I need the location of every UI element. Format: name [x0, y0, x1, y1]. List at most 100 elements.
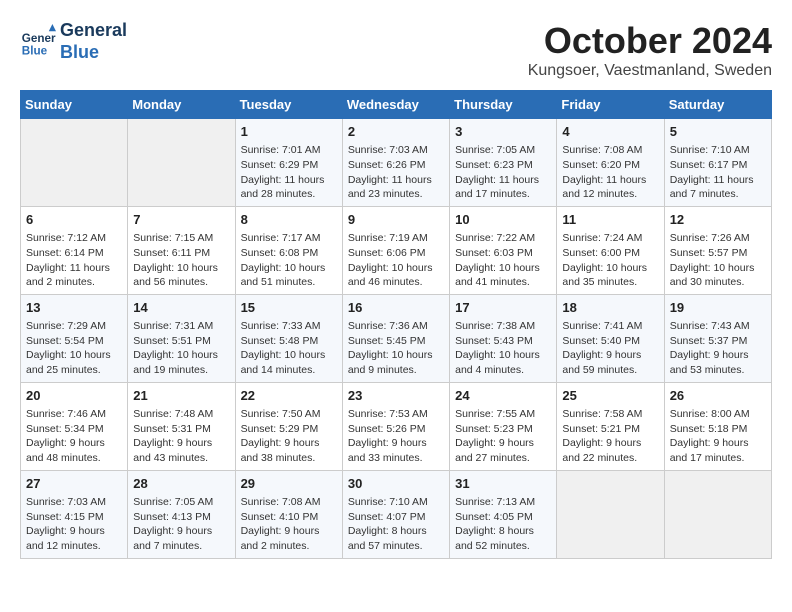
day-detail: Sunrise: 7:03 AMSunset: 4:15 PMDaylight:… [26, 495, 122, 554]
day-number: 1 [241, 123, 337, 141]
day-detail: Sunrise: 7:29 AMSunset: 5:54 PMDaylight:… [26, 319, 122, 378]
calendar-cell: 24 Sunrise: 7:55 AMSunset: 5:23 PMDayligh… [450, 382, 557, 470]
calendar-cell: 7Sunrise: 7:15 AMSunset: 6:11 PMDaylight… [128, 206, 235, 294]
header-thursday: Thursday [450, 91, 557, 119]
calendar-cell: 14Sunrise: 7:31 AMSunset: 5:51 PMDayligh… [128, 294, 235, 382]
calendar-cell [21, 119, 128, 207]
calendar-cell: 18 Sunrise: 7:41 AMSunset: 5:40 PMDayligh… [557, 294, 664, 382]
day-detail: Sunrise: 7:38 AMSunset: 5:43 PMDaylight:… [455, 319, 551, 378]
calendar-cell: 11Sunrise: 7:24 AMSunset: 6:00 PMDayligh… [557, 206, 664, 294]
day-number: 19 [670, 299, 766, 317]
day-number: 11 [562, 211, 658, 229]
day-detail: Sunrise: 7:19 AMSunset: 6:06 PMDaylight:… [348, 231, 444, 290]
day-detail: Sunrise: 7:10 AMSunset: 6:17 PMDaylight:… [670, 143, 766, 202]
day-detail: Sunrise: 7:53 AMSunset: 5:26 PMDaylight:… [348, 407, 444, 466]
calendar-header: SundayMondayTuesdayWednesdayThursdayFrid… [21, 91, 772, 119]
calendar-week-1: 1 Sunrise: 7:01 AMSunset: 6:29 PMDaylight… [21, 119, 772, 207]
calendar-cell: 8 Sunrise: 7:17 AMSunset: 6:08 PMDaylight… [235, 206, 342, 294]
calendar-cell: 5 Sunrise: 7:10 AMSunset: 6:17 PMDaylight… [664, 119, 771, 207]
day-detail: Sunrise: 7:05 AMSunset: 4:13 PMDaylight:… [133, 495, 229, 554]
svg-text:Blue: Blue [22, 44, 48, 57]
calendar-week-3: 13 Sunrise: 7:29 AMSunset: 5:54 PMDayligh… [21, 294, 772, 382]
day-detail: Sunrise: 7:33 AMSunset: 5:48 PMDaylight:… [241, 319, 337, 378]
calendar-cell: 31Sunrise: 7:13 AMSunset: 4:05 PMDayligh… [450, 470, 557, 558]
day-number: 25 [562, 387, 658, 405]
day-detail: Sunrise: 7:41 AMSunset: 5:40 PMDaylight:… [562, 319, 658, 378]
day-detail: Sunrise: 7:50 AMSunset: 5:29 PMDaylight:… [241, 407, 337, 466]
calendar-cell: 9 Sunrise: 7:19 AMSunset: 6:06 PMDaylight… [342, 206, 449, 294]
calendar-cell: 3 Sunrise: 7:05 AMSunset: 6:23 PMDaylight… [450, 119, 557, 207]
calendar-cell: 6 Sunrise: 7:12 AMSunset: 6:14 PMDaylight… [21, 206, 128, 294]
day-detail: Sunrise: 7:01 AMSunset: 6:29 PMDaylight:… [241, 143, 337, 202]
calendar-cell: 12 Sunrise: 7:26 AMSunset: 5:57 PMDayligh… [664, 206, 771, 294]
day-number: 6 [26, 211, 122, 229]
title-block: October 2024 Kungsoer, Vaestmanland, Swe… [528, 20, 772, 80]
day-detail: Sunrise: 7:48 AMSunset: 5:31 PMDaylight:… [133, 407, 229, 466]
calendar-table: SundayMondayTuesdayWednesdayThursdayFrid… [20, 90, 772, 559]
day-detail: Sunrise: 7:36 AMSunset: 5:45 PMDaylight:… [348, 319, 444, 378]
day-detail: Sunrise: 7:43 AMSunset: 5:37 PMDaylight:… [670, 319, 766, 378]
calendar-cell: 22 Sunrise: 7:50 AMSunset: 5:29 PMDayligh… [235, 382, 342, 470]
day-number: 31 [455, 475, 551, 493]
day-number: 13 [26, 299, 122, 317]
day-number: 23 [348, 387, 444, 405]
day-detail: Sunrise: 7:17 AMSunset: 6:08 PMDaylight:… [241, 231, 337, 290]
day-number: 22 [241, 387, 337, 405]
day-detail: Sunrise: 7:10 AMSunset: 4:07 PMDaylight:… [348, 495, 444, 554]
calendar-cell [557, 470, 664, 558]
header-monday: Monday [128, 91, 235, 119]
day-detail: Sunrise: 7:08 AMSunset: 6:20 PMDaylight:… [562, 143, 658, 202]
day-number: 2 [348, 123, 444, 141]
day-detail: Sunrise: 7:26 AMSunset: 5:57 PMDaylight:… [670, 231, 766, 290]
day-detail: Sunrise: 7:46 AMSunset: 5:34 PMDaylight:… [26, 407, 122, 466]
day-number: 30 [348, 475, 444, 493]
calendar-cell: 20 Sunrise: 7:46 AMSunset: 5:34 PMDayligh… [21, 382, 128, 470]
day-number: 5 [670, 123, 766, 141]
day-number: 10 [455, 211, 551, 229]
calendar-cell: 2 Sunrise: 7:03 AMSunset: 6:26 PMDaylight… [342, 119, 449, 207]
day-detail: Sunrise: 7:12 AMSunset: 6:14 PMDaylight:… [26, 231, 122, 290]
day-detail: Sunrise: 7:55 AMSunset: 5:23 PMDaylight:… [455, 407, 551, 466]
day-detail: Sunrise: 7:31 AMSunset: 5:51 PMDaylight:… [133, 319, 229, 378]
logo-text-line1: General [60, 20, 127, 42]
svg-text:General: General [22, 32, 56, 45]
calendar-cell: 27Sunrise: 7:03 AMSunset: 4:15 PMDayligh… [21, 470, 128, 558]
calendar-week-4: 20 Sunrise: 7:46 AMSunset: 5:34 PMDayligh… [21, 382, 772, 470]
calendar-cell: 13 Sunrise: 7:29 AMSunset: 5:54 PMDayligh… [21, 294, 128, 382]
calendar-cell: 29Sunrise: 7:08 AMSunset: 4:10 PMDayligh… [235, 470, 342, 558]
day-detail: Sunrise: 7:58 AMSunset: 5:21 PMDaylight:… [562, 407, 658, 466]
subtitle: Kungsoer, Vaestmanland, Sweden [528, 62, 772, 80]
calendar-cell: 4 Sunrise: 7:08 AMSunset: 6:20 PMDaylight… [557, 119, 664, 207]
day-number: 26 [670, 387, 766, 405]
day-number: 18 [562, 299, 658, 317]
day-number: 7 [133, 211, 229, 229]
calendar-cell: 26 Sunrise: 8:00 AMSunset: 5:18 PMDayligh… [664, 382, 771, 470]
calendar-cell: 10Sunrise: 7:22 AMSunset: 6:03 PMDayligh… [450, 206, 557, 294]
logo: General Blue General Blue [20, 20, 127, 63]
calendar-cell [128, 119, 235, 207]
day-number: 12 [670, 211, 766, 229]
day-detail: Sunrise: 8:00 AMSunset: 5:18 PMDaylight:… [670, 407, 766, 466]
header-wednesday: Wednesday [342, 91, 449, 119]
day-number: 8 [241, 211, 337, 229]
day-detail: Sunrise: 7:05 AMSunset: 6:23 PMDaylight:… [455, 143, 551, 202]
day-number: 9 [348, 211, 444, 229]
day-number: 4 [562, 123, 658, 141]
day-number: 20 [26, 387, 122, 405]
calendar-cell: 19 Sunrise: 7:43 AMSunset: 5:37 PMDayligh… [664, 294, 771, 382]
day-number: 15 [241, 299, 337, 317]
main-title: October 2024 [528, 20, 772, 62]
calendar-week-2: 6 Sunrise: 7:12 AMSunset: 6:14 PMDaylight… [21, 206, 772, 294]
day-number: 28 [133, 475, 229, 493]
calendar-week-5: 27Sunrise: 7:03 AMSunset: 4:15 PMDayligh… [21, 470, 772, 558]
calendar-cell: 1 Sunrise: 7:01 AMSunset: 6:29 PMDaylight… [235, 119, 342, 207]
day-number: 3 [455, 123, 551, 141]
day-detail: Sunrise: 7:03 AMSunset: 6:26 PMDaylight:… [348, 143, 444, 202]
calendar-cell: 30 Sunrise: 7:10 AMSunset: 4:07 PMDayligh… [342, 470, 449, 558]
calendar-cell: 15 Sunrise: 7:33 AMSunset: 5:48 PMDayligh… [235, 294, 342, 382]
calendar-cell: 25 Sunrise: 7:58 AMSunset: 5:21 PMDayligh… [557, 382, 664, 470]
calendar-cell: 17 Sunrise: 7:38 AMSunset: 5:43 PMDayligh… [450, 294, 557, 382]
day-number: 17 [455, 299, 551, 317]
day-number: 24 [455, 387, 551, 405]
day-number: 16 [348, 299, 444, 317]
